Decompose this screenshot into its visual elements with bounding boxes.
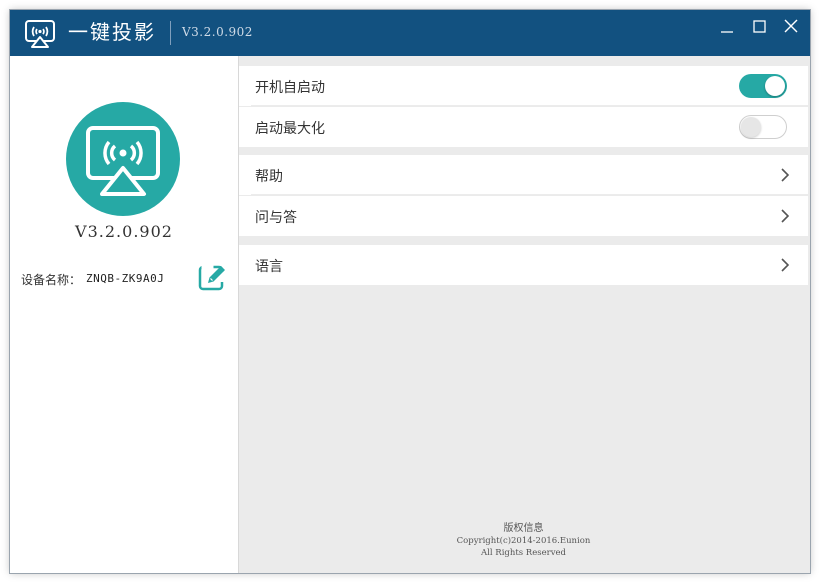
app-title: 一键投影 [68, 20, 156, 44]
edit-icon[interactable] [198, 262, 228, 292]
title-bar[interactable]: 一键投影 V3.2.0.902 [10, 10, 810, 56]
device-name-value: ZNQB-ZK9A0J [86, 272, 165, 285]
setting-label: 问与答 [255, 210, 297, 226]
start-maximized-toggle[interactable] [739, 115, 787, 139]
close-icon[interactable] [779, 16, 803, 40]
wifi-cast-icon [66, 102, 180, 216]
setting-label: 帮助 [255, 169, 283, 185]
setting-autostart: 开机自启动 [239, 66, 808, 106]
setting-help[interactable]: 帮助 [239, 155, 808, 195]
copyright-text: Copyright(c)2014-2016.Eunion [456, 536, 591, 546]
autostart-toggle[interactable] [739, 74, 787, 98]
chevron-right-icon [781, 258, 790, 272]
chevron-right-icon [781, 168, 790, 182]
chevron-right-icon [781, 209, 790, 223]
setting-faq[interactable]: 问与答 [239, 196, 808, 236]
minimize-icon[interactable] [715, 16, 739, 40]
wifi-cast-icon [24, 17, 56, 49]
rights-text: All Rights Reserved [481, 548, 566, 558]
setting-label: 语言 [255, 259, 283, 275]
maximize-icon[interactable] [747, 16, 771, 40]
device-panel: V3.2.0.902 设备名称： ZNQB-ZK9A0J [10, 56, 239, 573]
settings-panel: 开机自启动 启动最大化 帮助 问与答 语言 版权信息 Copyright(c)2… [239, 56, 810, 573]
setting-label: 开机自启动 [255, 80, 325, 96]
setting-label: 启动最大化 [255, 121, 325, 137]
device-name-label: 设备名称： [21, 273, 82, 287]
app-version: V3.2.0.902 [75, 222, 173, 241]
copyright-info: 版权信息 Copyright(c)2014-2016.Eunion All Ri… [239, 522, 808, 559]
copyright-title: 版权信息 [503, 523, 544, 534]
title-separator [170, 21, 171, 45]
setting-language[interactable]: 语言 [239, 245, 808, 285]
title-version: V3.2.0.902 [182, 25, 253, 39]
setting-start-maximized: 启动最大化 [239, 107, 808, 147]
app-window: 一键投影 V3.2.0.902 V3.2.0.902 设备名称： ZNQB-ZK… [10, 10, 810, 573]
